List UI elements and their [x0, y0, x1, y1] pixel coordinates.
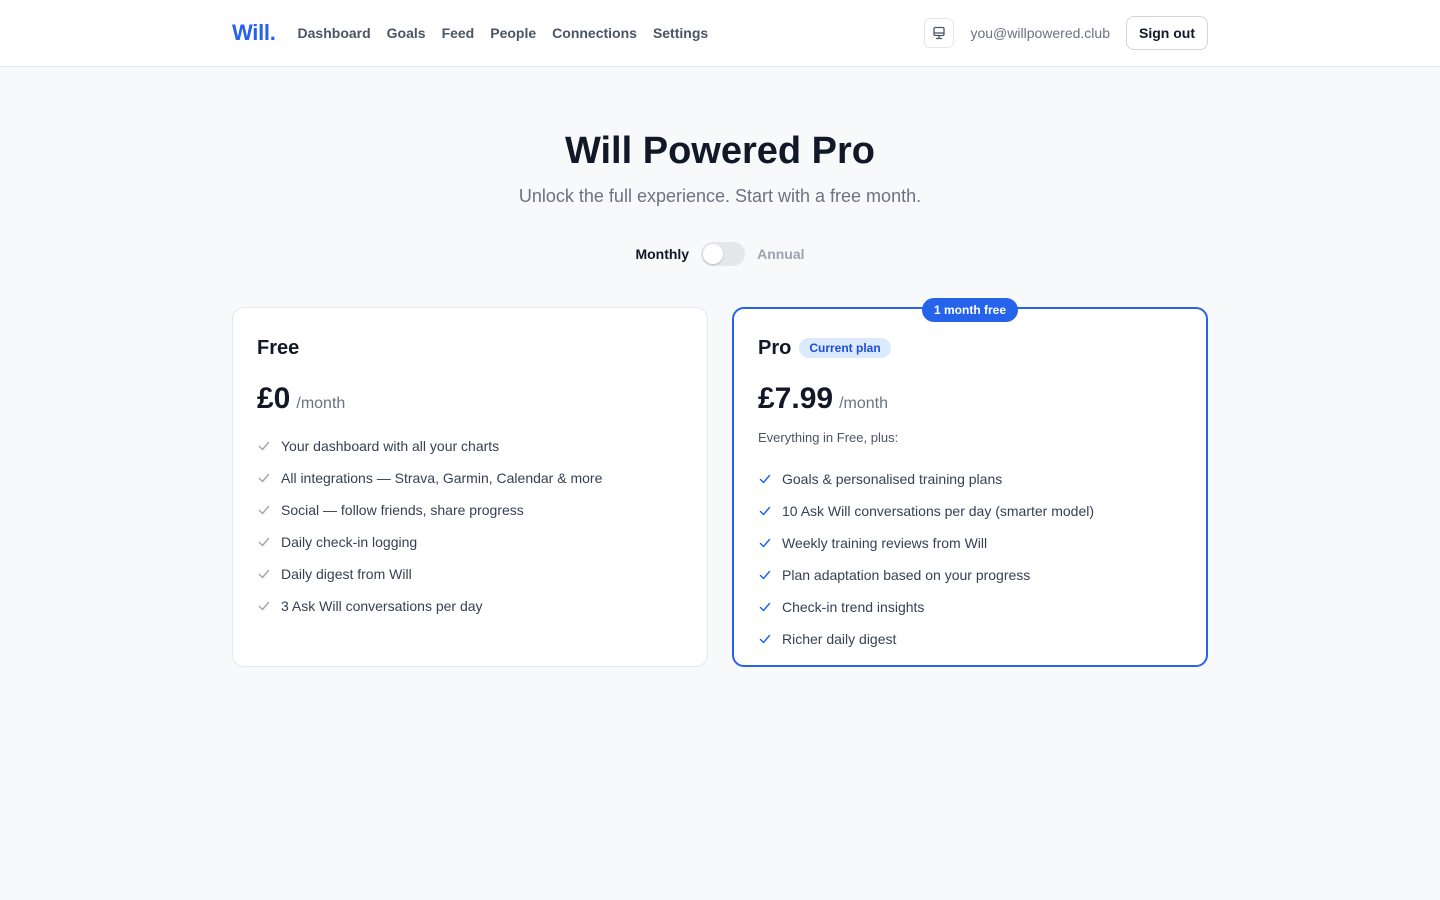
- pro-feature-item: Goals & personalised training plans: [758, 463, 1182, 495]
- pro-feature-item: Richer daily digest: [758, 623, 1182, 655]
- pro-plan-header: Pro Current plan: [758, 336, 1182, 360]
- logo[interactable]: Will.: [232, 20, 276, 46]
- nav-link-feed[interactable]: Feed: [436, 21, 481, 45]
- pro-feature-text: 10 Ask Will conversations per day (smart…: [782, 503, 1094, 519]
- check-icon: [258, 441, 270, 451]
- free-feature-text: Daily digest from Will: [281, 566, 412, 582]
- check-icon: [759, 506, 771, 516]
- monitor-icon: [933, 26, 946, 40]
- user-email: you@willpowered.club: [970, 25, 1110, 41]
- check-icon: [759, 474, 771, 484]
- nav-link-people[interactable]: People: [484, 21, 542, 45]
- free-feature-list: Your dashboard with all your charts All …: [257, 430, 683, 622]
- nav-link-connections[interactable]: Connections: [546, 21, 643, 45]
- free-feature-item: Daily digest from Will: [257, 558, 683, 590]
- pro-price: £7.99: [758, 382, 834, 415]
- free-feature-item: All integrations — Strava, Garmin, Calen…: [257, 462, 683, 494]
- nav-left: Will. Dashboard Goals Feed People Connec…: [232, 20, 714, 46]
- switch-knob: [703, 244, 724, 264]
- billing-period-switch[interactable]: [701, 242, 746, 266]
- billing-monthly-label[interactable]: Monthly: [635, 246, 689, 262]
- billing-toggle-row: Monthly Annual: [0, 242, 1440, 266]
- free-feature-text: Your dashboard with all your charts: [281, 438, 500, 454]
- nav-link-goals[interactable]: Goals: [381, 21, 432, 45]
- pro-feature-text: Weekly training reviews from Will: [782, 535, 988, 551]
- free-plan-card: Free £0 /month Your dashboard with all y…: [232, 307, 708, 667]
- pro-intro-text: Everything in Free, plus:: [758, 430, 899, 445]
- free-feature-item: Daily check-in logging: [257, 526, 683, 558]
- theme-toggle-button[interactable]: [924, 18, 955, 48]
- check-icon: [258, 537, 270, 547]
- page-title: Will Powered Pro: [564, 130, 876, 172]
- page-subtitle: Unlock the full experience. Start with a…: [518, 186, 922, 206]
- nav-link-dashboard[interactable]: Dashboard: [292, 21, 377, 45]
- free-feature-text: 3 Ask Will conversations per day: [281, 598, 483, 614]
- check-icon: [258, 505, 270, 515]
- top-nav-inner: Will. Dashboard Goals Feed People Connec…: [232, 0, 1208, 66]
- check-icon: [258, 473, 270, 483]
- pro-feature-item: Check-in trend insights: [758, 591, 1182, 623]
- free-feature-item: Social — follow friends, share progress: [257, 494, 683, 526]
- check-icon: [759, 570, 771, 580]
- free-feature-text: Social — follow friends, share progress: [281, 502, 524, 518]
- check-icon: [759, 538, 771, 548]
- free-price-row: £0 /month: [257, 382, 683, 416]
- pro-feature-text: Check-in trend insights: [782, 599, 925, 615]
- billing-annual-label[interactable]: Annual: [757, 246, 804, 262]
- pro-plan-name: Pro: [758, 336, 792, 359]
- free-feature-text: All integrations — Strava, Garmin, Calen…: [281, 470, 603, 486]
- free-plan-header: Free: [257, 336, 683, 360]
- pro-price-row: £7.99 /month: [758, 382, 1182, 416]
- free-month-ribbon: 1 month free: [921, 298, 1019, 322]
- pro-feature-text: Richer daily digest: [782, 631, 897, 647]
- check-icon: [258, 569, 270, 579]
- check-icon: [759, 634, 771, 644]
- pro-feature-item: 10 Ask Will conversations per day (smart…: [758, 495, 1182, 527]
- sign-out-button[interactable]: Sign out: [1126, 16, 1208, 50]
- pro-feature-text: Goals & personalised training plans: [782, 471, 1003, 487]
- top-nav: Will. Dashboard Goals Feed People Connec…: [0, 0, 1440, 67]
- free-feature-item: 3 Ask Will conversations per day: [257, 590, 683, 622]
- nav-right: you@willpowered.club Sign out: [924, 16, 1208, 50]
- check-icon: [759, 602, 771, 612]
- free-feature-text: Daily check-in logging: [281, 534, 418, 550]
- pro-feature-item: Plan adaptation based on your progress: [758, 559, 1182, 591]
- pro-feature-list: Goals & personalised training plans 10 A…: [758, 463, 1182, 655]
- check-icon: [258, 601, 270, 611]
- free-feature-item: Your dashboard with all your charts: [257, 430, 683, 462]
- free-price-period: /month: [296, 395, 346, 412]
- free-plan-name: Free: [257, 336, 300, 359]
- pro-feature-text: Plan adaptation based on your progress: [782, 567, 1031, 583]
- pro-plan-card: 1 month free Pro Current plan £7.99 /mon…: [732, 298, 1208, 667]
- pro-price-period: /month: [839, 395, 888, 412]
- free-price: £0: [257, 382, 291, 415]
- pro-feature-item: Weekly training reviews from Will: [758, 527, 1182, 559]
- current-plan-badge: Current plan: [799, 338, 891, 358]
- nav-link-settings[interactable]: Settings: [647, 21, 714, 45]
